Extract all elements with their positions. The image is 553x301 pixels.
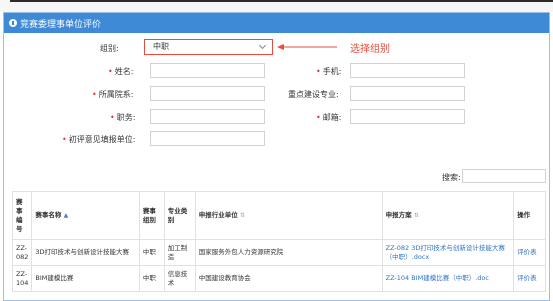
initial-unit-label: • 初评意见填报单位: — [62, 135, 136, 144]
group-select[interactable]: 中职 — [144, 39, 273, 55]
group-select-value: 中职 — [153, 42, 169, 51]
evaluation-link[interactable]: 评价表 — [513, 239, 546, 266]
search-input[interactable] — [462, 169, 546, 183]
cell-name: BIM建模比赛 — [31, 265, 140, 292]
cell-group: 中职 — [138, 239, 165, 266]
info-icon — [9, 19, 17, 27]
sort-icon: ⇅ — [413, 212, 419, 219]
title-label: • 职务: — [110, 113, 136, 122]
email-input[interactable] — [350, 109, 465, 124]
plan-link[interactable]: ZZ-082 3D打印技术与创新设计技能大赛（中职）.docx — [381, 239, 515, 266]
col-header-group[interactable]: 赛事组别 — [138, 191, 165, 240]
phone-input[interactable] — [350, 63, 465, 78]
initial-unit-input[interactable] — [150, 131, 265, 146]
dept-input[interactable] — [150, 86, 265, 101]
table-header-row: 赛事编号 赛事名称 ▲ 赛事组别 专业类别 申报行业单位 ⇅ 申报方案 ⇅ 操作 — [11, 191, 546, 240]
table-row: ZZ-104 BIM建模比赛 中职 信息技术 中国建设教育协会 ZZ-104 B… — [11, 265, 546, 292]
sort-icon: ⇅ — [239, 212, 245, 219]
panel-title: 竞赛委理事单位评价 — [20, 19, 102, 30]
annotation-text: 选择组别 — [350, 44, 390, 55]
dept-label: • 所属院系: — [92, 90, 134, 99]
col-header-unit[interactable]: 申报行业单位 ⇅ — [194, 191, 383, 240]
name-input[interactable] — [150, 63, 265, 78]
col-header-action: 操作 — [513, 191, 546, 240]
col-header-id[interactable]: 赛事编号 — [11, 191, 33, 240]
col-header-plan[interactable]: 申报方案 ⇅ — [381, 191, 515, 240]
phone-label: • 手机: — [316, 67, 342, 76]
events-table: 赛事编号 赛事名称 ▲ 赛事组别 专业类别 申报行业单位 ⇅ 申报方案 ⇅ 操作… — [11, 191, 546, 292]
cell-id: ZZ-082 — [11, 239, 33, 266]
name-label: • 姓名: — [108, 67, 134, 76]
search-label: 搜索: — [442, 173, 461, 182]
cell-id: ZZ-104 — [11, 265, 33, 292]
sort-icon: ▲ — [63, 212, 69, 219]
cell-unit: 中国建设教育协会 — [194, 265, 383, 292]
cell-category: 信息技术 — [163, 265, 196, 292]
cell-category: 加工制造 — [163, 239, 196, 266]
cell-group: 中职 — [138, 265, 165, 292]
cell-unit: 国家服务外包人力资源研究院 — [194, 239, 383, 266]
annotation-arrow — [277, 44, 337, 50]
panel-header: 竞赛委理事单位评价 — [4, 13, 549, 33]
col-header-name[interactable]: 赛事名称 ▲ — [31, 191, 140, 240]
email-label: • 邮箱: — [316, 113, 342, 122]
col-header-category[interactable]: 专业类别 — [163, 191, 196, 240]
cell-name: 3D打印技术与创新设计技能大赛 — [31, 239, 140, 266]
plan-link[interactable]: ZZ-104 BIM建模比赛（中职）.doc — [381, 265, 515, 292]
window-top-strip — [0, 0, 553, 12]
title-input[interactable] — [150, 109, 265, 124]
table-row: ZZ-082 3D打印技术与创新设计技能大赛 中职 加工制造 国家服务外包人力资… — [11, 239, 546, 266]
evaluation-link[interactable]: 评价表 — [513, 265, 546, 292]
major-input[interactable] — [350, 86, 465, 101]
chevron-down-icon — [258, 41, 267, 50]
group-label: 组别: — [100, 44, 119, 53]
major-label: 重点建设专业: — [288, 90, 339, 99]
